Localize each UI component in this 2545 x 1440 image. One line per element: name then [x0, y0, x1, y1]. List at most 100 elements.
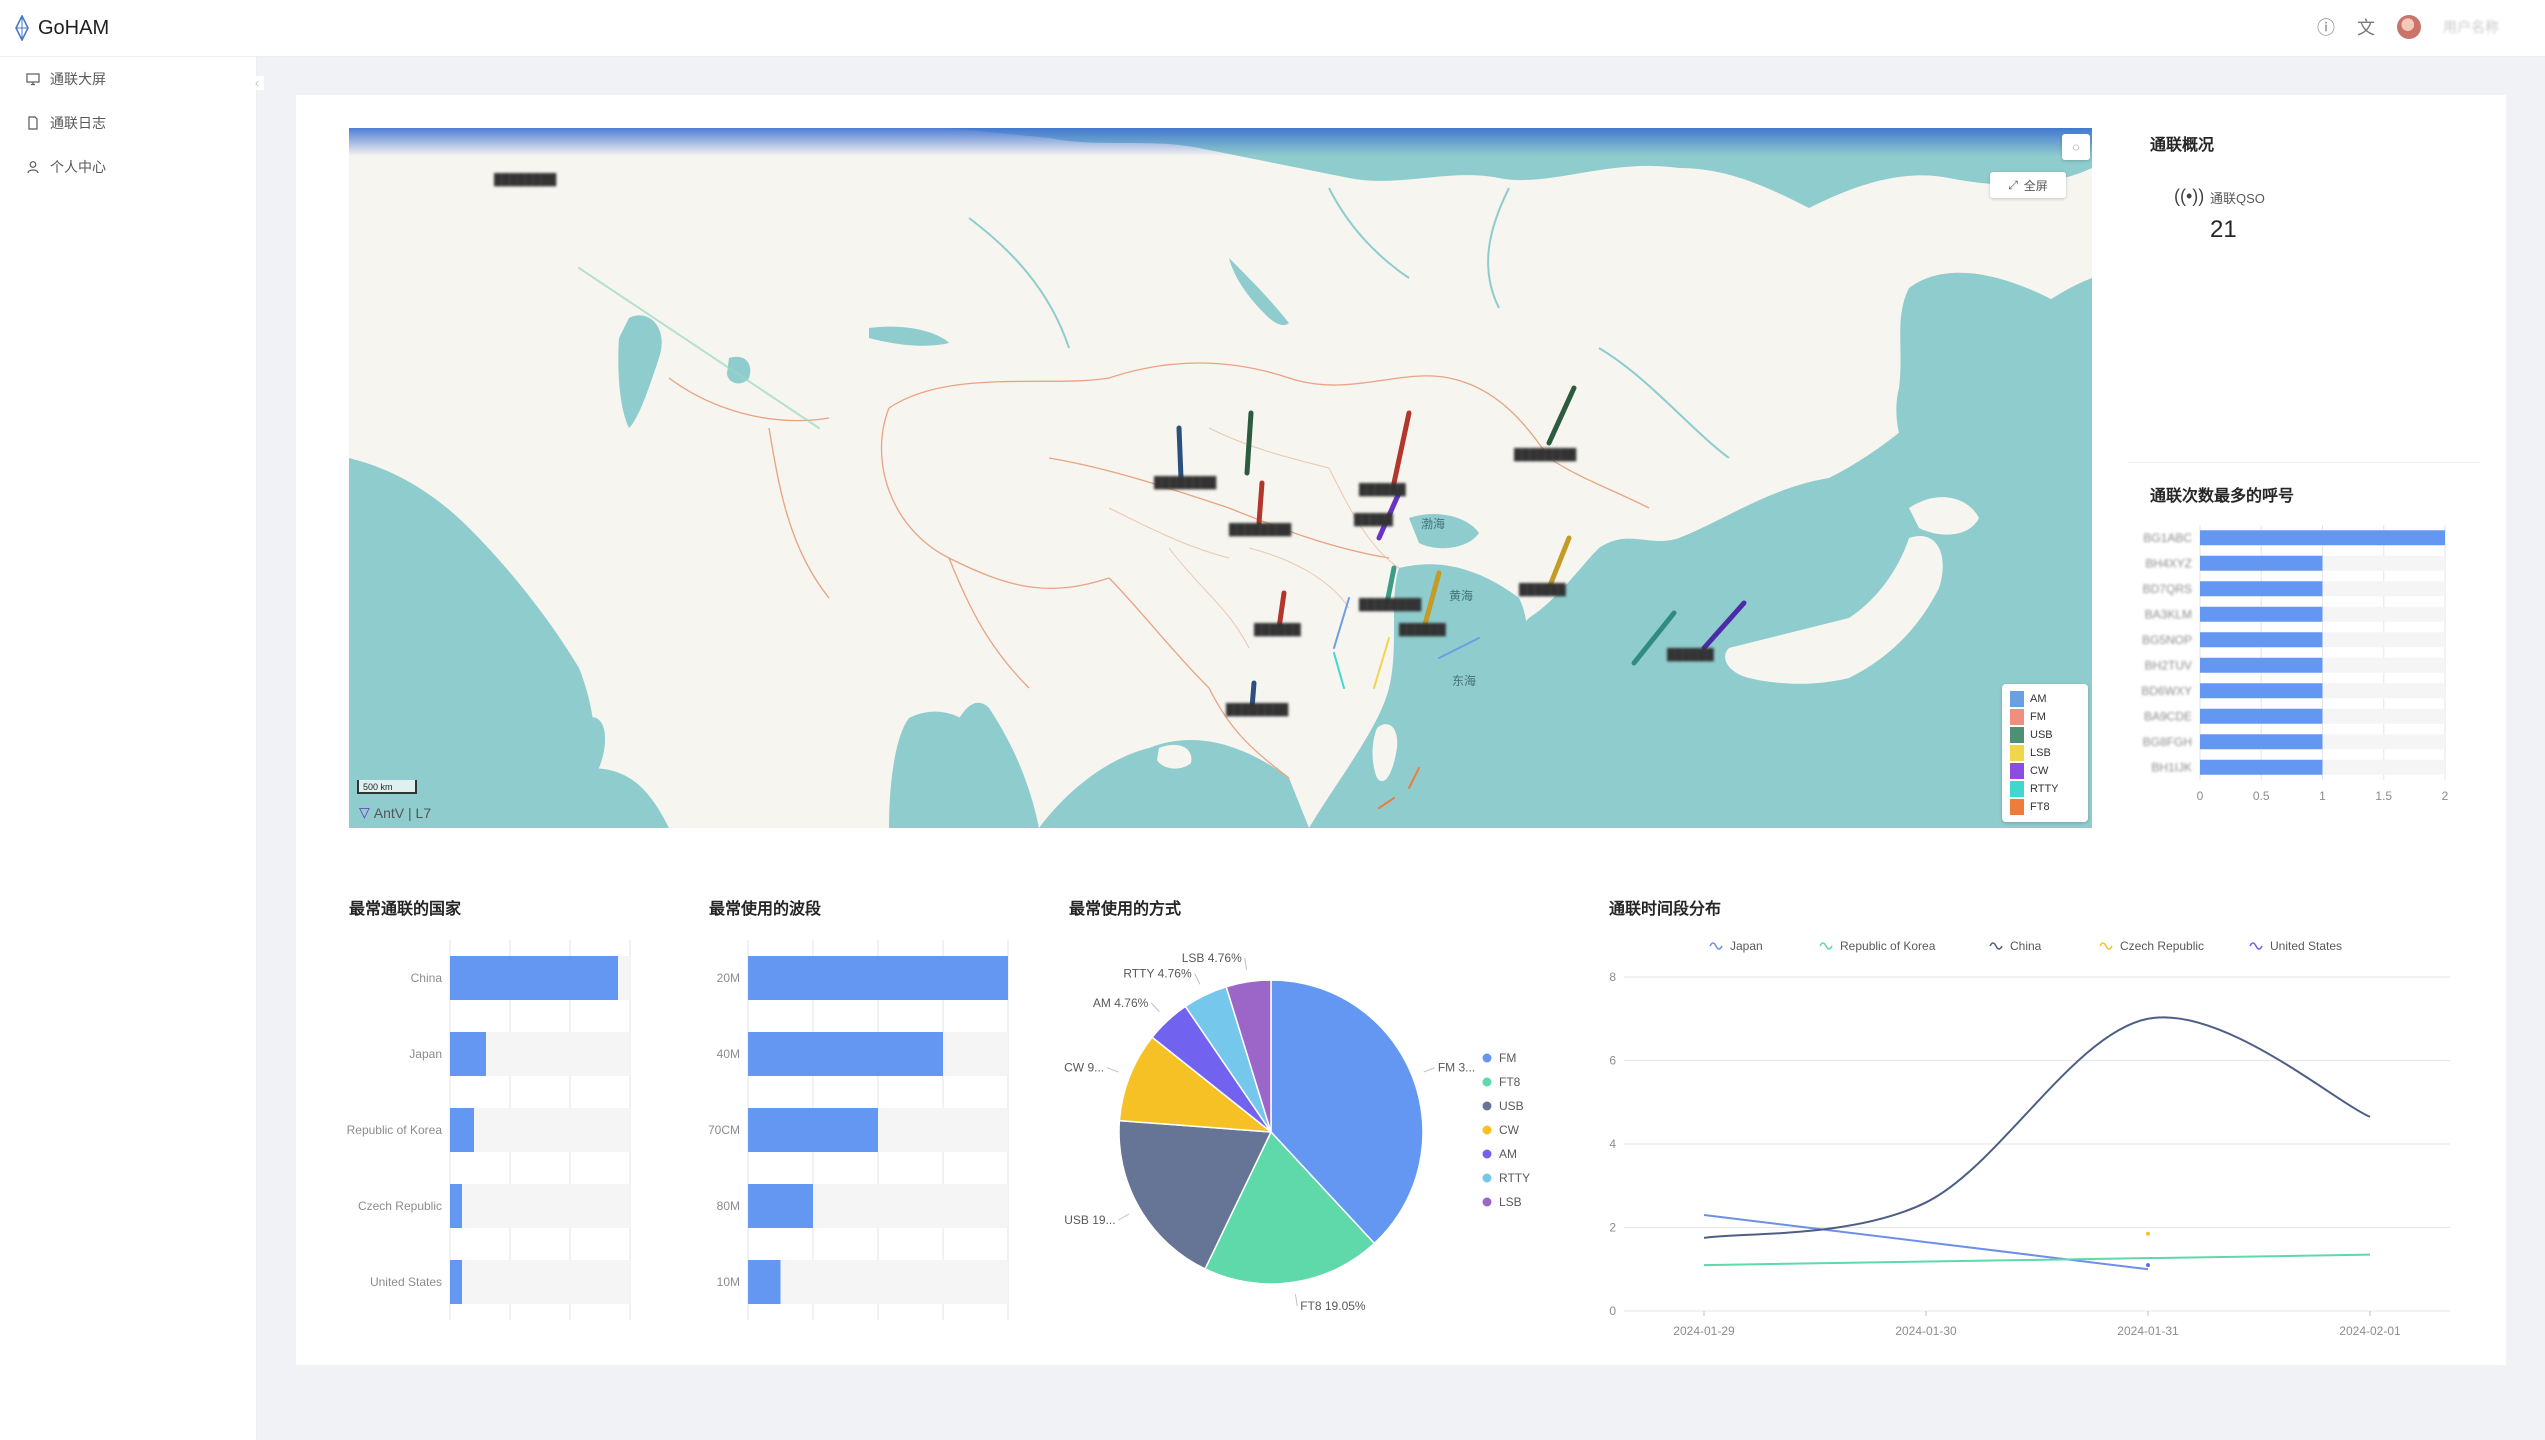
- x-tick-label: 0: [447, 1329, 454, 1330]
- sidebar-collapse-button[interactable]: ‹: [250, 76, 264, 90]
- y-tick-label: BG5NOP: [2142, 633, 2192, 647]
- legend-marker: [1819, 942, 1833, 950]
- y-tick-label: BA3KLM: [2145, 607, 2192, 621]
- x-tick-label: 0: [2197, 789, 2204, 803]
- y-tick-label: 70CM: [708, 1123, 740, 1137]
- legend-marker: [1989, 942, 2003, 950]
- username[interactable]: 用户名称: [2443, 17, 2499, 37]
- pie-label: CW 9...: [1064, 1061, 1104, 1075]
- legend-marker: [1482, 1101, 1492, 1111]
- legend-item[interactable]: FT8: [2010, 798, 2080, 816]
- map-attribution[interactable]: ▽ AntV | L7: [359, 804, 431, 821]
- legend-label: Republic of Korea: [1840, 939, 1936, 953]
- series-point: [2146, 1231, 2150, 1236]
- x-tick-label: 5: [507, 1329, 514, 1330]
- pie-label: FM 3...: [1438, 1061, 1475, 1075]
- x-tick-label: 2024-01-31: [2117, 1324, 2179, 1338]
- modes-chart: FM 3... FT8 19.05% USB 19... CW 9... AM 4.76…: [1064, 951, 1530, 1313]
- y-tick-label: Republic of Korea: [347, 1123, 443, 1137]
- bar: [748, 1260, 781, 1304]
- countries-chart: 0 5 10 15 China Japan Republic of Korea Czech R…: [347, 940, 637, 1330]
- section-divider: [2128, 462, 2480, 463]
- bar: [2200, 734, 2323, 750]
- bar: [2200, 530, 2445, 546]
- sidebar: [0, 57, 257, 1440]
- legend-marker: [1482, 1077, 1492, 1087]
- legend-item[interactable]: FM: [2010, 708, 2080, 726]
- legend-label: CW: [1499, 1123, 1520, 1137]
- modes-title: 最常使用的方式: [1069, 901, 1182, 918]
- qso-value: 21: [2210, 216, 2237, 243]
- sidebar-item-profile[interactable]: 个人中心: [26, 147, 106, 187]
- legend-marker: [1709, 942, 1723, 950]
- bar: [748, 1184, 813, 1228]
- legend-item[interactable]: RTTY: [2010, 780, 2080, 798]
- y-tick-label: BA9CDE: [2144, 709, 2192, 723]
- question-circle-icon[interactable]: ⓘ: [2317, 14, 2335, 40]
- sidebar-item-label: 通联大屏: [50, 71, 106, 87]
- map-land-eurasia: [349, 128, 2092, 828]
- pie-label-line: [1106, 1067, 1119, 1073]
- sidebar-item-log[interactable]: 通联日志: [26, 103, 106, 143]
- y-tick-label: 8: [1609, 970, 1616, 984]
- x-tick-label: 0.5: [2253, 789, 2270, 803]
- city-label: ████████: [1226, 702, 1289, 717]
- city-label: ██████: [1254, 622, 1301, 637]
- x-tick-label: 8: [1005, 1329, 1012, 1330]
- bar: [2200, 555, 2323, 571]
- map-scale: 500 km: [357, 780, 417, 794]
- qso-line-3: [1256, 480, 1265, 526]
- sidebar-item-dashboard[interactable]: 通联大屏: [26, 59, 106, 99]
- attribution-text: AntV | L7: [373, 804, 432, 821]
- y-tick-label: 10M: [717, 1275, 740, 1289]
- x-tick-label: 10: [563, 1329, 577, 1330]
- logo[interactable]: GoHAM: [14, 14, 109, 42]
- pie-label: AM 4.76%: [1093, 996, 1149, 1010]
- pie-label-line: [1118, 1213, 1130, 1221]
- y-tick-label: 40M: [717, 1047, 740, 1061]
- qso-line-18: [1378, 797, 1395, 809]
- legend-label: China: [2010, 939, 2042, 953]
- sidebar-item-label: 个人中心: [50, 159, 106, 175]
- sea-label-yellow: 黄海: [1449, 588, 1473, 603]
- logo-icon: [15, 15, 29, 41]
- legend-item[interactable]: CW: [2010, 762, 2080, 780]
- legend-label: RTTY: [2030, 783, 2059, 795]
- qso-line-1: [1176, 425, 1184, 481]
- y-tick-label: Japan: [409, 1047, 442, 1061]
- legend-item[interactable]: USB: [2010, 726, 2080, 744]
- y-tick-label: China: [411, 971, 443, 985]
- bar: [748, 1108, 878, 1152]
- y-tick-label: Czech Republic: [358, 1199, 442, 1213]
- city-label: ██████: [1399, 622, 1446, 637]
- legend-label: FM: [2030, 711, 2046, 723]
- fullscreen-label: 全屏: [2023, 178, 2048, 193]
- avatar[interactable]: [2397, 15, 2421, 39]
- timeline-title: 通联时间段分布: [1609, 901, 1722, 918]
- legend-swatch: [2010, 799, 2024, 815]
- translate-icon[interactable]: 文: [2357, 14, 2375, 40]
- map-sea-okhotsk: [1896, 272, 2092, 498]
- user-icon: [27, 161, 39, 174]
- pie-label: FT8 19.05%: [1300, 1299, 1366, 1313]
- x-tick-label: 1: [2319, 789, 2326, 803]
- top-callsigns-title: 通联次数最多的呼号: [2150, 488, 2295, 505]
- legend-item[interactable]: AM: [2010, 690, 2080, 708]
- pie-label-line: [1423, 1067, 1436, 1073]
- city-label: ██████: [1667, 647, 1714, 662]
- y-tick-label: 20M: [717, 971, 740, 985]
- y-tick-label: 2: [1609, 1221, 1616, 1235]
- map-canvas: ████████ ████████ ████████ ██████ ██████…: [349, 128, 2092, 828]
- legend-marker: [1482, 1125, 1492, 1135]
- y-tick-label: BH1IJK: [2151, 760, 2192, 774]
- y-tick-label: 4: [1609, 1137, 1616, 1151]
- qso-map[interactable]: ████████ ████████ ████████ ██████ ██████…: [349, 128, 2092, 828]
- overview-title: 通联概况: [2150, 137, 2215, 154]
- qso-line-17: [1408, 767, 1420, 789]
- city-label: ██████: [1519, 582, 1566, 597]
- legend-item[interactable]: LSB: [2010, 744, 2080, 762]
- legend-swatch: [2010, 745, 2024, 761]
- map-fullscreen-button[interactable]: ⤢ 全屏: [1990, 172, 2066, 198]
- x-tick-label: 6: [940, 1329, 947, 1330]
- map-reset-button[interactable]: ◌: [2062, 134, 2090, 160]
